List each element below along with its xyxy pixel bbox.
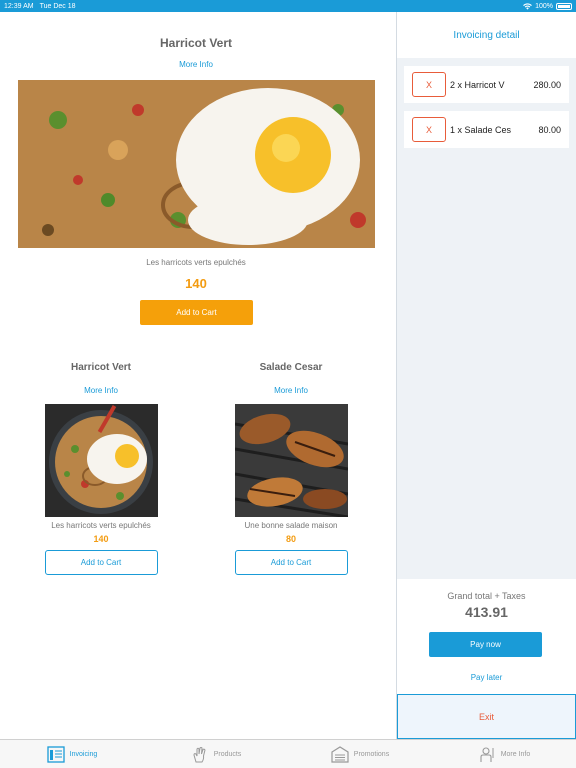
store-icon: [331, 745, 349, 763]
product-more-info-link[interactable]: More Info: [216, 386, 366, 395]
battery-percent: 100%: [535, 2, 553, 10]
product-price: 140: [93, 534, 109, 544]
invoice-footer: Grand total + Taxes 413.91 Pay now Pay l…: [397, 579, 576, 739]
status-date: Tue Dec 18: [39, 2, 76, 10]
status-bar: 12:39 AM Tue Dec 18 100%: [0, 0, 576, 12]
status-right: 100%: [523, 2, 572, 10]
battery-icon: [556, 2, 572, 10]
product-title: Salade Cesar: [259, 362, 323, 373]
tab-more-info[interactable]: More Info: [432, 740, 576, 768]
remove-item-button[interactable]: X: [412, 117, 446, 142]
product-description: Une bonne salade maison: [244, 521, 338, 530]
featured-more-info-link[interactable]: More Info: [0, 60, 392, 69]
invoice-item-name: 2 x Harricot V: [450, 79, 505, 90]
wifi-icon: [523, 2, 532, 10]
product-card: Harricot Vert More Info Les harricots ve…: [26, 362, 176, 575]
featured-add-to-cart-button[interactable]: Add to Cart: [140, 300, 253, 325]
status-time: 12:39 AM: [4, 2, 34, 10]
grand-total-label: Grand total + Taxes: [447, 591, 526, 601]
tab-promotions[interactable]: Promotions: [288, 740, 432, 768]
featured-product-image: [18, 80, 375, 248]
invoice-row: X 2 x Harricot V 280.00: [404, 66, 569, 103]
tab-invoicing[interactable]: Invoicing: [0, 740, 144, 768]
product-more-info-link[interactable]: More Info: [26, 386, 176, 395]
remove-item-button[interactable]: X: [412, 72, 446, 97]
exit-button[interactable]: Exit: [397, 694, 576, 739]
grand-total-value: 413.91: [465, 604, 508, 620]
invoice-item-amount: 80.00: [538, 124, 561, 135]
product-add-to-cart-button[interactable]: Add to Cart: [234, 550, 348, 575]
product-image: [234, 404, 348, 517]
featured-price: 140: [185, 276, 207, 291]
pay-now-button[interactable]: Pay now: [429, 632, 542, 657]
hand-icon: [193, 746, 206, 762]
tab-label: Products: [213, 750, 242, 758]
product-description: Les harricots verts epulchés: [51, 521, 151, 530]
product-area: Harricot Vert More Info Les harricots ve…: [0, 12, 396, 739]
invoice-title: Invoicing detail: [397, 12, 576, 58]
product-image: [44, 404, 158, 517]
tab-label: More Info: [500, 750, 531, 758]
tab-label: Invoicing: [69, 750, 98, 758]
pay-later-link[interactable]: Pay later: [397, 673, 576, 682]
invoice-panel: Invoicing detail X 2 x Harricot V 280.00…: [396, 12, 576, 739]
product-title: Harricot Vert: [70, 362, 132, 373]
featured-title: Harricot Vert: [159, 36, 233, 50]
product-price: 80: [285, 534, 296, 544]
product-card: Salade Cesar More Info Une bonne salade …: [216, 362, 366, 575]
tab-label: Promotions: [353, 750, 390, 758]
product-add-to-cart-button[interactable]: Add to Cart: [44, 550, 158, 575]
tab-bar: Invoicing Products Promotions More Info: [0, 739, 576, 768]
invoice-item-name: 1 x Salade Ces: [450, 124, 512, 135]
featured-description: Les harricots verts epulchés: [146, 258, 246, 267]
invoice-icon: [47, 745, 65, 763]
invoice-row: X 1 x Salade Ces 80.00: [404, 111, 569, 148]
invoice-list: X 2 x Harricot V 280.00 X 1 x Salade Ces…: [404, 66, 569, 156]
person-icon: [480, 746, 494, 762]
invoice-item-amount: 280.00: [533, 79, 561, 90]
tab-products[interactable]: Products: [144, 740, 288, 768]
